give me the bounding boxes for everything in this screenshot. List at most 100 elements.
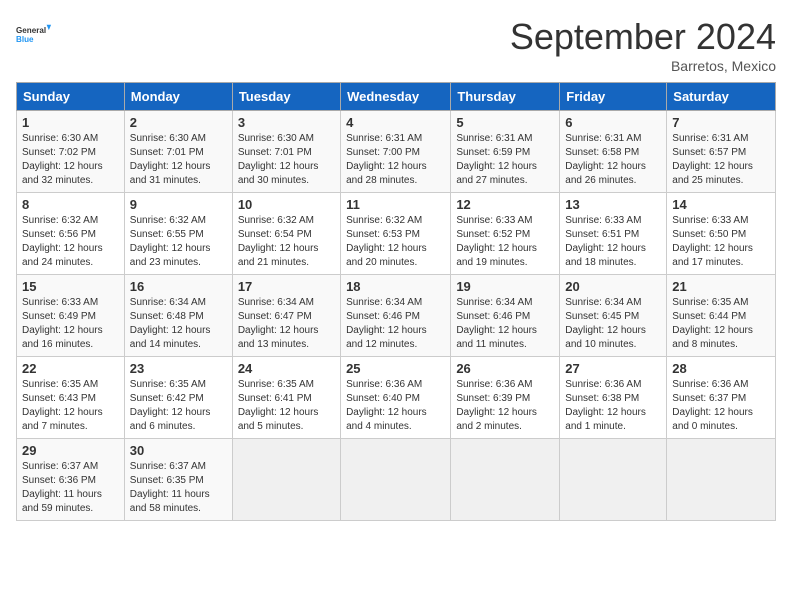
cell-info: Sunrise: 6:35 AMSunset: 6:44 PMDaylight:…	[672, 296, 770, 352]
calendar-cell: 19Sunrise: 6:34 AMSunset: 6:46 PMDayligh…	[451, 275, 560, 357]
calendar-cell	[560, 439, 667, 521]
calendar-cell: 7 Sunrise: 6:31 AMSunset: 6:57 PMDaylight…	[667, 111, 776, 193]
calendar-cell: 10Sunrise: 6:32 AMSunset: 6:54 PMDayligh…	[232, 193, 340, 275]
day-number: 25	[346, 361, 445, 376]
calendar-cell: 8 Sunrise: 6:32 AMSunset: 6:56 PMDaylight…	[17, 193, 125, 275]
day-number: 27	[565, 361, 661, 376]
day-number: 28	[672, 361, 770, 376]
day-number: 7	[672, 115, 770, 130]
calendar-week-4: 22Sunrise: 6:35 AMSunset: 6:43 PMDayligh…	[17, 357, 776, 439]
calendar-cell: 27 Sunrise: 6:36 AMSunset: 6:38 PMDayligh…	[560, 357, 667, 439]
cell-info: Sunrise: 6:31 AMSunset: 6:59 PMDaylight:…	[456, 132, 554, 188]
cell-info: Sunrise: 6:36 AMSunset: 6:38 PMDaylight:…	[565, 378, 661, 434]
cell-info: Sunrise: 6:32 AMSunset: 6:55 PMDaylight:…	[130, 214, 227, 270]
calendar-cell: 13 Sunrise: 6:33 AMSunset: 6:51 PMDayligh…	[560, 193, 667, 275]
cell-info: Sunrise: 6:34 AMSunset: 6:45 PMDaylight:…	[565, 296, 661, 352]
calendar-cell	[232, 439, 340, 521]
day-number: 4	[346, 115, 445, 130]
calendar-cell: 28 Sunrise: 6:36 AMSunset: 6:37 PMDayligh…	[667, 357, 776, 439]
calendar-cell: 23 Sunrise: 6:35 AMSunset: 6:42 PMDayligh…	[124, 357, 232, 439]
calendar-cell: 25 Sunrise: 6:36 AMSunset: 6:40 PMDayligh…	[341, 357, 451, 439]
day-number: 3	[238, 115, 335, 130]
title-block: September 2024 Barretos, Mexico	[510, 16, 776, 74]
calendar-cell: 17Sunrise: 6:34 AMSunset: 6:47 PMDayligh…	[232, 275, 340, 357]
cell-info: Sunrise: 6:31 AMSunset: 6:58 PMDaylight:…	[565, 132, 661, 188]
col-saturday: Saturday	[667, 83, 776, 111]
calendar-cell: 1Sunrise: 6:30 AMSunset: 7:02 PMDaylight…	[17, 111, 125, 193]
col-wednesday: Wednesday	[341, 83, 451, 111]
cell-info: Sunrise: 6:35 AMSunset: 6:43 PMDaylight:…	[22, 378, 119, 434]
calendar-week-1: 1Sunrise: 6:30 AMSunset: 7:02 PMDaylight…	[17, 111, 776, 193]
calendar-cell: 6 Sunrise: 6:31 AMSunset: 6:58 PMDaylight…	[560, 111, 667, 193]
day-number: 9	[130, 197, 227, 212]
cell-info: Sunrise: 6:35 AMSunset: 6:41 PMDaylight:…	[238, 378, 335, 434]
cell-info: Sunrise: 6:31 AMSunset: 7:00 PMDaylight:…	[346, 132, 445, 188]
day-number: 2	[130, 115, 227, 130]
cell-info: Sunrise: 6:32 AMSunset: 6:53 PMDaylight:…	[346, 214, 445, 270]
day-number: 29	[22, 443, 119, 458]
calendar-cell: 3 Sunrise: 6:30 AMSunset: 7:01 PMDaylight…	[232, 111, 340, 193]
day-number: 14	[672, 197, 770, 212]
calendar-header-row: Sunday Monday Tuesday Wednesday Thursday…	[17, 83, 776, 111]
calendar-cell	[667, 439, 776, 521]
day-number: 15	[22, 279, 119, 294]
page-header: GeneralBlue September 2024 Barretos, Mex…	[16, 16, 776, 74]
calendar-cell: 12 Sunrise: 6:33 AMSunset: 6:52 PMDayligh…	[451, 193, 560, 275]
cell-info: Sunrise: 6:37 AMSunset: 6:35 PMDaylight:…	[130, 460, 227, 516]
cell-info: Sunrise: 6:33 AMSunset: 6:50 PMDaylight:…	[672, 214, 770, 270]
cell-info: Sunrise: 6:36 AMSunset: 6:40 PMDaylight:…	[346, 378, 445, 434]
day-number: 18	[346, 279, 445, 294]
cell-info: Sunrise: 6:37 AMSunset: 6:36 PMDaylight:…	[22, 460, 119, 516]
calendar-cell: 26 Sunrise: 6:36 AMSunset: 6:39 PMDayligh…	[451, 357, 560, 439]
calendar-cell: 18 Sunrise: 6:34 AMSunset: 6:46 PMDayligh…	[341, 275, 451, 357]
cell-info: Sunrise: 6:32 AMSunset: 6:56 PMDaylight:…	[22, 214, 119, 270]
cell-info: Sunrise: 6:33 AMSunset: 6:49 PMDaylight:…	[22, 296, 119, 352]
calendar-week-3: 15 Sunrise: 6:33 AMSunset: 6:49 PMDayligh…	[17, 275, 776, 357]
calendar-cell: 20 Sunrise: 6:34 AMSunset: 6:45 PMDayligh…	[560, 275, 667, 357]
cell-info: Sunrise: 6:35 AMSunset: 6:42 PMDaylight:…	[130, 378, 227, 434]
calendar-cell: 11 Sunrise: 6:32 AMSunset: 6:53 PMDayligh…	[341, 193, 451, 275]
day-number: 6	[565, 115, 661, 130]
day-number: 8	[22, 197, 119, 212]
day-number: 20	[565, 279, 661, 294]
day-number: 23	[130, 361, 227, 376]
svg-text:Blue: Blue	[16, 35, 34, 44]
day-number: 30	[130, 443, 227, 458]
calendar-week-5: 29 Sunrise: 6:37 AMSunset: 6:36 PMDayligh…	[17, 439, 776, 521]
calendar-cell	[341, 439, 451, 521]
calendar-cell	[451, 439, 560, 521]
calendar-cell: 21 Sunrise: 6:35 AMSunset: 6:44 PMDayligh…	[667, 275, 776, 357]
day-number: 21	[672, 279, 770, 294]
calendar-cell: 9 Sunrise: 6:32 AMSunset: 6:55 PMDaylight…	[124, 193, 232, 275]
svg-text:General: General	[16, 26, 46, 35]
cell-info: Sunrise: 6:36 AMSunset: 6:39 PMDaylight:…	[456, 378, 554, 434]
day-number: 12	[456, 197, 554, 212]
cell-info: Sunrise: 6:33 AMSunset: 6:51 PMDaylight:…	[565, 214, 661, 270]
col-monday: Monday	[124, 83, 232, 111]
day-number: 13	[565, 197, 661, 212]
cell-info: Sunrise: 6:31 AMSunset: 6:57 PMDaylight:…	[672, 132, 770, 188]
cell-info: Sunrise: 6:34 AMSunset: 6:48 PMDaylight:…	[130, 296, 227, 352]
day-number: 24	[238, 361, 335, 376]
day-number: 19	[456, 279, 554, 294]
logo-icon: GeneralBlue	[16, 16, 52, 52]
cell-info: Sunrise: 6:33 AMSunset: 6:52 PMDaylight:…	[456, 214, 554, 270]
calendar-cell: 24 Sunrise: 6:35 AMSunset: 6:41 PMDayligh…	[232, 357, 340, 439]
day-number: 26	[456, 361, 554, 376]
calendar-cell: 15 Sunrise: 6:33 AMSunset: 6:49 PMDayligh…	[17, 275, 125, 357]
day-number: 11	[346, 197, 445, 212]
day-number: 5	[456, 115, 554, 130]
cell-info: Sunrise: 6:36 AMSunset: 6:37 PMDaylight:…	[672, 378, 770, 434]
col-tuesday: Tuesday	[232, 83, 340, 111]
cell-info: Sunrise: 6:30 AMSunset: 7:01 PMDaylight:…	[130, 132, 227, 188]
calendar-week-2: 8 Sunrise: 6:32 AMSunset: 6:56 PMDaylight…	[17, 193, 776, 275]
day-number: 17	[238, 279, 335, 294]
cell-info: Sunrise: 6:30 AMSunset: 7:01 PMDaylight:…	[238, 132, 335, 188]
day-number: 1	[22, 115, 119, 130]
month-title: September 2024	[510, 16, 776, 58]
day-number: 16	[130, 279, 227, 294]
cell-info: Sunrise: 6:32 AMSunset: 6:54 PMDaylight:…	[238, 214, 335, 270]
calendar-cell: 2 Sunrise: 6:30 AMSunset: 7:01 PMDaylight…	[124, 111, 232, 193]
calendar-cell: 30 Sunrise: 6:37 AMSunset: 6:35 PMDayligh…	[124, 439, 232, 521]
cell-info: Sunrise: 6:34 AMSunset: 6:46 PMDaylight:…	[346, 296, 445, 352]
